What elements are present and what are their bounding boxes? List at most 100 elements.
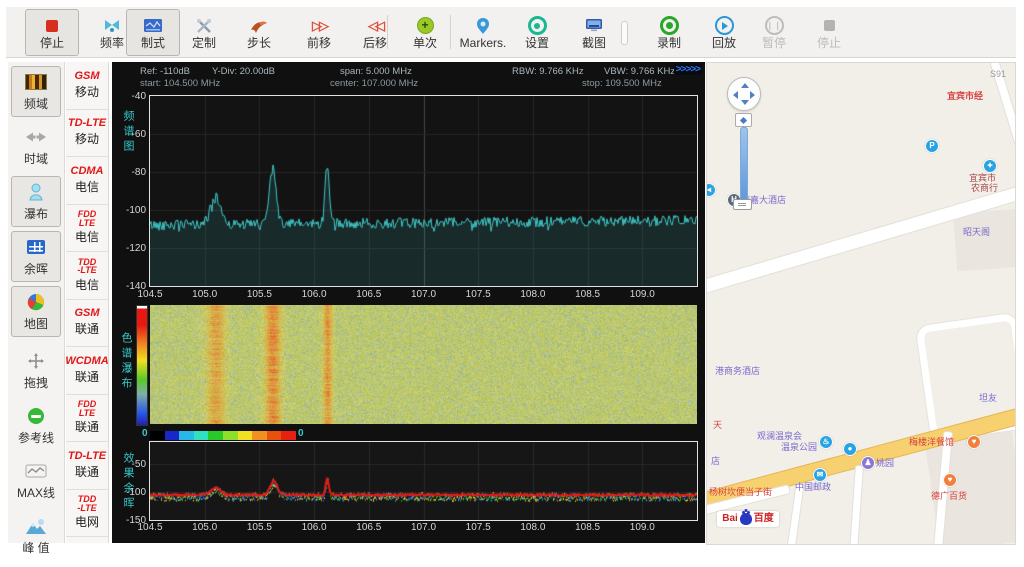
settings-target-icon: [528, 16, 547, 35]
stop-freq: stop: 109.500 MHz: [582, 78, 662, 89]
frequency-button-label: 频率: [100, 37, 124, 50]
tool-peak[interactable]: 峰 值: [11, 510, 61, 561]
band-item[interactable]: TDD-LTE电信: [66, 252, 108, 300]
view-frequency-domain[interactable]: 频域: [11, 66, 61, 117]
move-cross-icon: [28, 350, 44, 372]
x-tick: 108.5: [571, 289, 605, 300]
view-map[interactable]: 地图: [11, 286, 61, 337]
single-sweep-button[interactable]: + 单次: [398, 9, 452, 56]
mall-poi-icon: ♥: [943, 473, 957, 487]
vbw-value: VBW: 9.766 KHz: [604, 66, 675, 77]
band-item[interactable]: WCDMA联通: [66, 347, 108, 395]
band-carrier: 移动: [75, 83, 99, 100]
rbw-value: RBW: 9.766 KHz: [512, 66, 584, 77]
pause-button: ❘❘ 暂停: [747, 9, 801, 56]
view-persistence[interactable]: 余晖: [11, 231, 61, 282]
band-item[interactable]: GSM联通: [66, 300, 108, 348]
map-label: 温泉公园: [781, 442, 817, 452]
customize-button-label: 定制: [192, 37, 216, 50]
map-zoom-handle[interactable]: [733, 199, 752, 210]
stop-button[interactable]: 停止: [25, 9, 79, 56]
view-label: 地图: [24, 315, 48, 332]
network-band-list: GSM移动TD-LTE移动CDMA电信FDDLTE电信TDD-LTE电信GSM联…: [66, 62, 109, 543]
x-tick: 105.5: [242, 289, 276, 300]
customize-button[interactable]: 定制: [177, 9, 231, 56]
band-item[interactable]: FDDLTE电信: [66, 205, 108, 253]
band-logo: GSM: [74, 308, 99, 319]
mode-button[interactable]: 制式: [126, 9, 180, 56]
map-zoom-slider[interactable]: [740, 127, 748, 207]
band-item[interactable]: FDDLTE联通: [66, 395, 108, 443]
band-carrier: 电信: [75, 178, 99, 195]
stop-square-icon: [824, 20, 835, 31]
map-label: 观澜温泉会: [757, 431, 802, 441]
pan-down-icon[interactable]: [741, 100, 749, 105]
band-logo: TDD-LTE: [77, 495, 96, 512]
hotspring-poi-icon: ♨: [819, 435, 833, 449]
pan-up-icon[interactable]: [741, 83, 749, 88]
waterfall-colorbar: [136, 305, 148, 426]
fast-forward-flag-icon: >>>>>: [674, 64, 702, 75]
move-forward-button[interactable]: ▷▷ 前移: [292, 9, 346, 56]
chart-area: Ref: -110dB Y-Div: 20.00dB span: 5.000 M…: [112, 62, 705, 543]
tool-drag[interactable]: 拖拽: [11, 345, 61, 396]
map-label: 店: [711, 456, 720, 466]
spectrum-plot: [150, 96, 697, 286]
tools-icon: [194, 16, 214, 36]
play-icon: [715, 16, 734, 35]
tool-reference-line[interactable]: 参考线: [11, 400, 61, 451]
settings-label: 设置: [525, 37, 549, 50]
band-item[interactable]: CDMA电信: [66, 157, 108, 205]
markers-button[interactable]: Markers.: [454, 9, 512, 56]
step-button[interactable]: 步长: [232, 9, 286, 56]
x-tick: 107.0: [407, 289, 441, 300]
band-item[interactable]: TDD-LTE电网: [66, 490, 108, 538]
band-item[interactable]: GSM移动: [66, 62, 108, 110]
stop-button-label: 停止: [40, 37, 64, 50]
map-pan-control[interactable]: [727, 77, 761, 111]
view-waterfall[interactable]: 瀑布: [11, 176, 61, 227]
y-tick: -80: [112, 167, 146, 178]
band-item[interactable]: TD-LTE联通: [66, 442, 108, 490]
view-time-domain[interactable]: 时域: [11, 121, 61, 172]
map-label: 坦友: [979, 393, 997, 403]
x-tick: 105.0: [188, 289, 222, 300]
y-tick: -100: [112, 487, 146, 498]
band-carrier: 联通: [75, 418, 99, 435]
monitor-icon: [584, 16, 604, 36]
post-office-poi-icon: ✉: [813, 468, 827, 482]
view-label: 峰 值: [22, 539, 49, 556]
frequency-icon: [102, 16, 122, 36]
band-item[interactable]: TD-LTE移动: [66, 110, 108, 158]
garden-poi-icon: ♟: [861, 456, 875, 470]
band-carrier: 移动: [75, 130, 99, 147]
legend-max: 0: [298, 428, 304, 439]
settings-button[interactable]: 设置: [510, 9, 564, 56]
map-locate-button[interactable]: [735, 113, 752, 127]
map-panel[interactable]: S91 宜宾市经 P ✦ 宜宾市 农商行 昭天阁 ◂ H 蓉嘉大酒店 港商务酒店…: [706, 62, 1016, 545]
stop-icon: [46, 20, 58, 32]
pan-left-icon[interactable]: [733, 91, 738, 99]
band-carrier: 电网: [75, 513, 99, 530]
playback-button[interactable]: 回放: [697, 9, 751, 56]
move-backward-button[interactable]: ◁◁ 后移: [348, 9, 402, 56]
map-label: 昭天阁: [963, 227, 990, 237]
band-logo: TDD-LTE: [77, 258, 96, 275]
screenshot-button[interactable]: 截图: [567, 9, 621, 56]
table-grid-icon: [27, 240, 45, 254]
band-logo: TD-LTE: [68, 451, 106, 462]
y-div: Y-Div: 20.00dB: [212, 66, 275, 77]
x-tick: 109.0: [625, 522, 659, 533]
screenshot-label: 截图: [582, 37, 606, 50]
toolbar: 停止 频率 制式 定制 步长 ▷▷ 前移: [6, 7, 1016, 58]
mountain-peak-icon: [25, 515, 47, 537]
record-icon: [660, 16, 679, 35]
toolbar-separator: [387, 15, 388, 49]
tool-max-line[interactable]: MAX线: [11, 455, 61, 506]
x-tick: 108.0: [516, 522, 550, 533]
x-tick: 106.0: [297, 522, 331, 533]
pan-right-icon[interactable]: [750, 91, 755, 99]
y-tick: -50: [112, 459, 146, 470]
record-button[interactable]: 录制: [642, 9, 696, 56]
view-label: 时域: [24, 150, 48, 167]
